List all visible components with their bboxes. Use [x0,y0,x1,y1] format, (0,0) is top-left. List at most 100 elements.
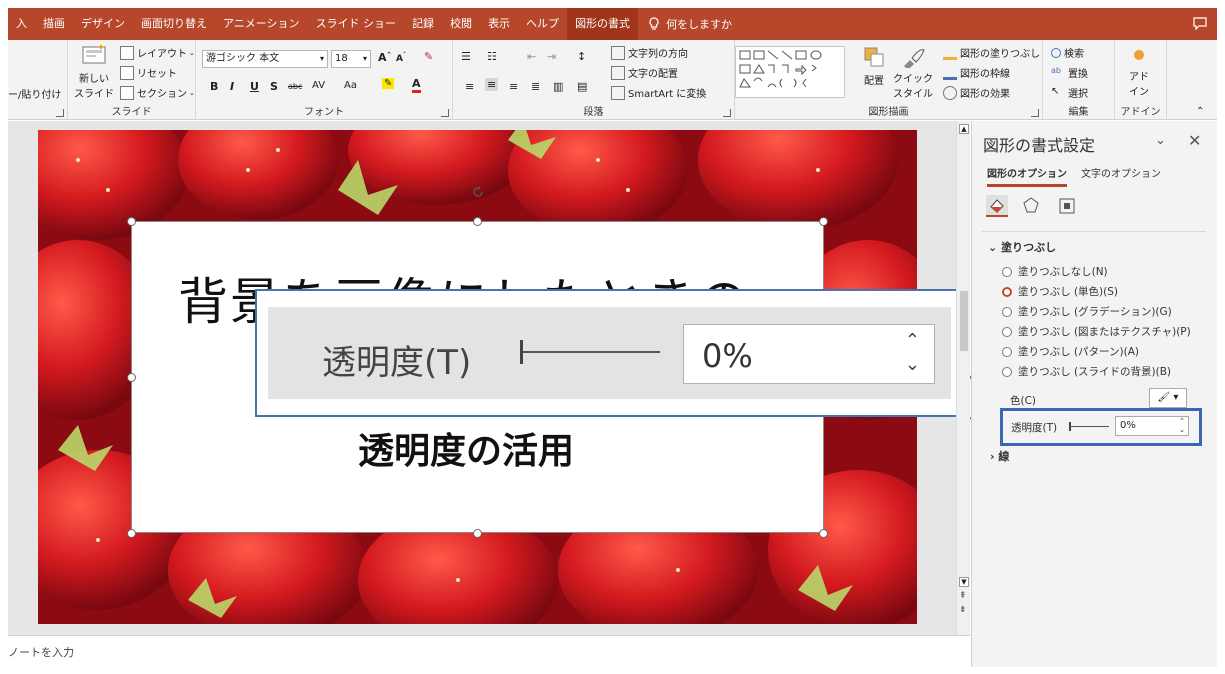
radio-button-selected[interactable] [1002,286,1012,297]
change-case-button[interactable]: Aa [344,80,357,91]
resize-handle-w[interactable] [127,373,136,382]
scroll-up-icon[interactable]: ▲ [959,124,969,134]
tab-animations[interactable]: アニメーション [215,8,308,40]
resize-handle-ne[interactable] [819,217,828,226]
radio-pattern-fill[interactable]: 塗りつぶし (パターン)(A) [1002,344,1139,359]
align-left-icon[interactable]: ≡ [465,80,474,93]
shape-outline-button[interactable]: 図形の枠線 [943,65,1010,80]
font-size-combo[interactable]: 18 ▾ [331,50,371,68]
columns-icon[interactable]: ▤ [577,80,587,93]
arrange-button[interactable]: 配置 [863,46,885,87]
tab-record[interactable]: 記録 [404,8,442,40]
justify-icon[interactable]: ≣ [531,80,540,93]
replace-button[interactable]: ab 置換 [1051,65,1088,81]
layout-button[interactable]: レイアウト ⌄ [120,45,195,60]
shape-fill-button[interactable]: 図形の塗りつぶし [943,45,1040,60]
decrease-indent-icon[interactable]: ⇤ [527,50,536,63]
resize-handle-n[interactable] [473,217,482,226]
new-slide-button[interactable]: 新しい スライド [74,44,114,100]
collapse-ribbon-icon[interactable]: ⌃ [1196,106,1204,117]
increase-indent-icon[interactable]: ⇥ [547,50,556,63]
grow-font-icon[interactable]: A^ [378,51,392,64]
resize-handle-sw[interactable] [127,529,136,538]
tab-design[interactable]: デザイン [73,8,133,40]
radio-button[interactable] [1002,306,1012,317]
prev-slide-icon[interactable]: ⇞ [959,591,967,601]
tab-shape-format[interactable]: 図形の書式 [567,8,639,40]
vertical-scrollbar[interactable]: ▲ ▼ ⇞ ⇟ [956,121,970,635]
smartart-button[interactable]: SmartArt に変換 [611,85,706,100]
bullets-icon[interactable]: ☰ [461,50,471,63]
tab-text-options[interactable]: 文字のオプション [1081,165,1161,180]
notes-pane[interactable]: ノートを入力 [8,635,970,667]
resize-handle-se[interactable] [819,529,828,538]
addins-button[interactable]: アド イン [1129,50,1149,98]
resize-handle-nw[interactable] [127,217,136,226]
tab-shape-options[interactable]: 図形のオプション [987,165,1067,187]
radio-picture-fill[interactable]: 塗りつぶし (図またはテクスチャ)(P) [1002,324,1191,339]
rotate-handle-icon[interactable] [470,184,486,200]
bold-button[interactable]: B [210,80,218,93]
spinner-icon[interactable]: ⌃ ⌄ [1179,417,1185,435]
tab-transitions[interactable]: 画面切り替え [133,8,215,40]
paste-button[interactable]: ー/貼り付け [8,86,61,101]
font-launcher-icon[interactable] [441,109,449,117]
align-text-button[interactable]: 文字の配置 [611,65,678,80]
color-picker-button[interactable]: 🖌 ▾ [1149,388,1187,408]
effects-icon[interactable] [1020,195,1042,217]
tab-draw[interactable]: 描画 [35,8,73,40]
line-section-header[interactable]: › 線 [990,448,1009,464]
radio-button[interactable] [1002,346,1012,357]
shapes-gallery[interactable] [735,46,845,98]
section-button[interactable]: セクション ⌄ [120,85,195,100]
radio-gradient-fill[interactable]: 塗りつぶし (グラデーション)(G) [1002,304,1172,319]
strikethrough-button[interactable]: abc [288,82,302,91]
italic-button[interactable]: I [230,80,234,93]
next-slide-icon[interactable]: ⇟ [959,605,967,615]
align-center-icon[interactable]: ≡ [485,78,499,91]
shadow-button[interactable]: S [270,80,278,93]
quick-style-button[interactable]: クイック スタイル [893,46,933,100]
paragraph-launcher-icon[interactable] [723,109,731,117]
tab-view[interactable]: 表示 [480,8,518,40]
radio-button[interactable] [1002,266,1012,277]
transparency-input[interactable]: 0% ⌃ ⌄ [1115,416,1189,436]
underline-button[interactable]: U [250,80,259,93]
radio-no-fill[interactable]: 塗りつぶしなし(N) [1002,264,1108,279]
tab-help[interactable]: ヘルプ [518,8,567,40]
distributed-icon[interactable]: ▥ [553,80,563,93]
chevron-down-icon[interactable]: ⌄ [1155,133,1166,148]
line-spacing-icon[interactable]: ↕ [577,50,586,63]
scroll-thumb[interactable] [960,291,968,351]
fill-line-icon[interactable] [986,195,1008,217]
text-direction-button[interactable]: 文字列の方向 [611,45,688,60]
font-name-combo[interactable]: 游ゴシック 本文 ▾ [202,50,328,68]
font-color-icon[interactable]: A [412,78,421,93]
reset-button[interactable]: リセット [120,65,177,80]
shrink-font-icon[interactable]: Aˇ [396,52,406,64]
comment-icon[interactable] [1193,16,1207,30]
shape-effects-button[interactable]: 図形の効果 [943,85,1010,100]
char-spacing-button[interactable]: AV [312,80,325,91]
select-button[interactable]: ↖ 選択 [1051,85,1088,101]
scroll-down-icon[interactable]: ▼ [959,577,969,587]
transparency-slider[interactable] [1069,422,1109,431]
clear-format-icon[interactable]: ✎ [424,50,433,63]
find-button[interactable]: 検索 [1051,45,1084,60]
clipboard-launcher-icon[interactable] [56,109,64,117]
drawing-launcher-icon[interactable] [1031,109,1039,117]
highlight-icon[interactable]: ✎ [382,78,395,89]
numbering-icon[interactable]: ☷ [487,50,497,63]
tell-me-box[interactable]: 何をしますか [648,16,732,32]
slide-subtitle[interactable]: 透明度の活用 [358,422,574,474]
radio-button[interactable] [1002,326,1012,337]
radio-button[interactable] [1002,366,1012,377]
radio-solid-fill[interactable]: 塗りつぶし (単色)(S) [1002,284,1118,299]
tab-review[interactable]: 校閲 [442,8,480,40]
radio-background-fill[interactable]: 塗りつぶし (スライドの背景)(B) [1002,364,1171,379]
tab-slideshow[interactable]: スライド ショー [308,8,405,40]
fill-section-header[interactable]: ⌄ 塗りつぶし [988,239,1056,255]
resize-handle-s[interactable] [473,529,482,538]
tab-insert[interactable]: 入 [8,8,35,40]
align-right-icon[interactable]: ≡ [509,80,518,93]
